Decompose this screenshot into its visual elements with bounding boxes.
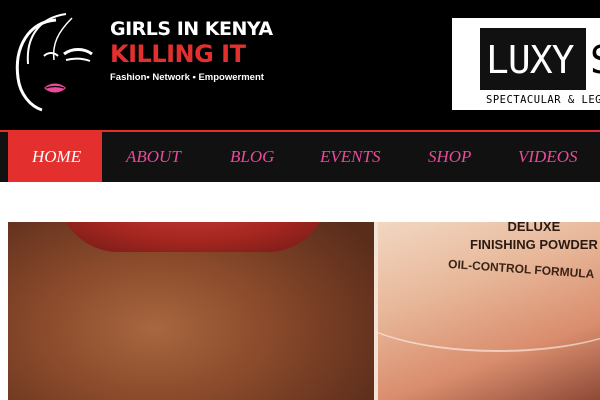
header-advertisement[interactable]: LUXY S SPECTACULAR & LEG (452, 18, 600, 110)
site-logo[interactable]: GIRLS IN KENYA KILLING IT Fashion• Netwo… (8, 8, 273, 118)
nav-items: HOME ABOUT BLOG EVENTS SHOP VIDEOS (8, 132, 600, 182)
ad-brand-name: LUXY (486, 38, 575, 82)
lip-shape (58, 222, 328, 252)
site-header: GIRLS IN KENYA KILLING IT Fashion• Netwo… (0, 0, 600, 130)
nav-item-home[interactable]: HOME (8, 132, 102, 182)
nav-item-events[interactable]: EVENTS (296, 132, 404, 182)
woman-face-silhouette-icon (15, 13, 93, 112)
product-label: DELUXE FINISHING POWDER (470, 222, 598, 254)
ad-subtitle: SPECTACULAR & LEG (486, 94, 600, 106)
main-navigation: HOME ABOUT BLOG EVENTS SHOP VIDEOS (0, 132, 600, 182)
ad-brand-box: LUXY S (480, 28, 600, 90)
featured-image-lips[interactable] (8, 222, 374, 400)
logo-line1: GIRLS IN KENYA (110, 18, 273, 40)
jar-rim (378, 242, 600, 352)
logo-text: GIRLS IN KENYA KILLING IT Fashion• Netwo… (110, 18, 273, 83)
nav-item-blog[interactable]: BLOG (204, 132, 296, 182)
nav-item-videos[interactable]: VIDEOS (494, 132, 600, 182)
ad-brand-letter-box: S (586, 28, 600, 90)
nav-item-about[interactable]: ABOUT (102, 132, 204, 182)
featured-content: DELUXE FINISHING POWDER OIL-CONTROL FORM… (8, 222, 600, 400)
featured-image-powder[interactable]: DELUXE FINISHING POWDER OIL-CONTROL FORM… (378, 222, 600, 400)
product-line2: FINISHING POWDER (470, 237, 598, 252)
logo-line2: KILLING IT (110, 40, 246, 68)
ad-brand-letter: S (590, 38, 600, 82)
nav-item-shop[interactable]: SHOP (404, 132, 494, 182)
product-line1: DELUXE (507, 222, 561, 234)
logo-tagline: Fashion• Network • Empowerment (110, 72, 264, 83)
